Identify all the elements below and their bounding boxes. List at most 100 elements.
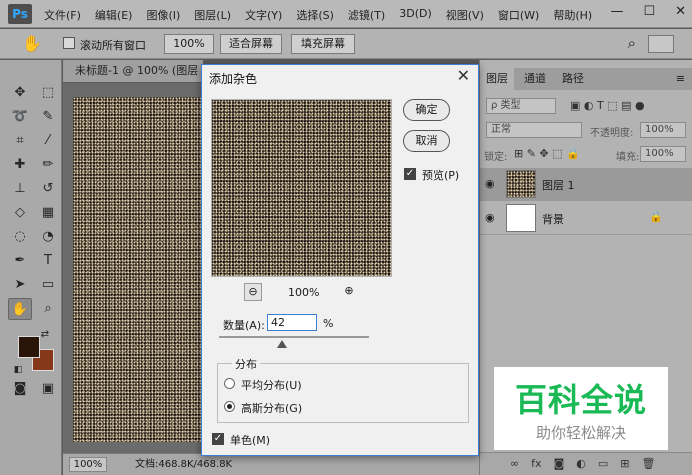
brush-tool-icon[interactable]: ✏ (36, 154, 60, 176)
new-layer-icon[interactable]: ⊞ (620, 457, 629, 470)
swap-colors-icon[interactable]: ⇄ (38, 328, 52, 342)
zoom-tool-icon[interactable]: ⌕ (36, 298, 60, 320)
opacity-field[interactable]: 100% (640, 122, 686, 138)
eraser-tool-icon[interactable]: ◇ (8, 202, 32, 224)
zoom-percent-field[interactable]: 100% (164, 34, 214, 54)
cancel-button[interactable]: 取消 (403, 130, 450, 152)
visibility-eye-icon[interactable]: ◉ (485, 211, 495, 224)
layer-filter-kind[interactable]: ρ 类型 (486, 98, 556, 114)
default-colors-icon[interactable]: ◧ (12, 364, 24, 376)
restore-button[interactable]: ☐ (643, 4, 655, 19)
quick-mask-icon[interactable]: ◙ (8, 378, 32, 400)
new-group-icon[interactable]: ▭ (598, 457, 608, 470)
tab-paths[interactable]: 路径 (556, 68, 590, 90)
filter-preview[interactable] (211, 99, 392, 277)
menu-select[interactable]: 选择(S) (296, 7, 334, 23)
quick-select-tool-icon[interactable]: ✎ (36, 106, 60, 128)
move-tool-icon[interactable]: ✥ (8, 82, 32, 104)
lock-icons[interactable]: ⊞ ✎ ✥ ⬚ 🔒 (514, 147, 580, 165)
amount-unit: % (323, 317, 334, 330)
monochromatic-label: 单色(M) (230, 434, 271, 447)
stamp-tool-icon[interactable]: ⊥ (8, 178, 32, 200)
blend-mode-select[interactable]: 正常 (486, 122, 582, 138)
workspace-switcher-icon[interactable] (648, 35, 674, 53)
dialog-title: 添加杂色 (209, 72, 258, 86)
status-bar: 100% 文档:468.8K/468.8K (63, 453, 483, 475)
menu-file[interactable]: 文件(F) (44, 7, 81, 23)
lasso-tool-icon[interactable]: ➰ (8, 106, 32, 128)
crop-tool-icon[interactable]: ⌗ (8, 130, 32, 152)
lock-label: 锁定: (484, 152, 508, 163)
close-window-button[interactable]: ✕ (675, 4, 686, 19)
layer-row-layer1[interactable]: ◉ 图层 1 (480, 168, 692, 201)
amount-input[interactable]: 42 (267, 314, 317, 331)
document-size[interactable]: 文档:468.8K/468.8K (135, 455, 232, 475)
delete-layer-icon[interactable]: 🗑 (641, 457, 655, 470)
gradient-tool-icon[interactable]: ▦ (36, 202, 60, 224)
gaussian-label: 高斯分布(G) (241, 402, 303, 415)
menu-3d[interactable]: 3D(D) (399, 7, 432, 23)
marquee-tool-icon[interactable]: ⬚ (36, 82, 60, 104)
scroll-all-windows-checkbox[interactable] (63, 37, 75, 49)
zoom-out-icon[interactable]: ⊖ (244, 283, 262, 301)
menu-layer[interactable]: 图层(L) (194, 7, 231, 23)
close-icon[interactable]: ✕ (457, 66, 470, 85)
ok-button[interactable]: 确定 (403, 99, 450, 121)
panel-menu-icon[interactable]: ≡ (676, 72, 685, 85)
zoom-in-icon[interactable]: ⊕ (340, 283, 358, 301)
tab-channels[interactable]: 通道 (518, 68, 552, 90)
menu-help[interactable]: 帮助(H) (553, 7, 592, 23)
status-zoom-field[interactable]: 100% (69, 457, 107, 472)
tab-layers[interactable]: 图层 (480, 68, 514, 90)
document-tab[interactable]: 未标题-1 @ 100% (图层 (63, 60, 203, 82)
layer-filter-icons[interactable]: ▣ ◐ T ⬚ ▤ ● (570, 99, 645, 117)
edit-toolbar-icon[interactable] (8, 310, 32, 332)
foreground-color-swatch[interactable] (18, 336, 40, 358)
menu-image[interactable]: 图像(I) (146, 7, 180, 23)
uniform-radio[interactable] (224, 378, 235, 389)
preview-zoom-value: 100% (288, 286, 320, 299)
lock-icon: 🔒 (649, 210, 663, 223)
layer-thumbnail (506, 170, 536, 198)
history-brush-tool-icon[interactable]: ↺ (36, 178, 60, 200)
link-layers-icon[interactable]: ∞ (510, 457, 519, 470)
menu-view[interactable]: 视图(V) (446, 7, 484, 23)
layer-style-icon[interactable]: fx (531, 457, 541, 470)
panel-tabs: 图层 通道 路径 ≡ (480, 68, 692, 90)
options-bar: ✋ 滚动所有窗口 100% 适合屏幕 填充屏幕 ⌕ (0, 29, 692, 59)
visibility-eye-icon[interactable]: ◉ (485, 177, 495, 190)
layer-row-background[interactable]: ◉ 背景 🔒 (480, 202, 692, 235)
pen-tool-icon[interactable]: ✒ (8, 250, 32, 272)
gaussian-radio[interactable] (224, 401, 235, 412)
preview-label: 预览(P) (422, 169, 460, 182)
amount-slider-thumb[interactable] (277, 340, 287, 348)
watermark-subtitle: 助你轻松解决 (535, 424, 626, 442)
amount-slider-track[interactable] (219, 336, 369, 338)
fit-screen-button[interactable]: 适合屏幕 (220, 34, 282, 54)
watermark: 百科全说 助你轻松解决 (494, 367, 668, 450)
preview-checkbox[interactable]: ✓ (404, 168, 416, 180)
path-select-tool-icon[interactable]: ➤ (8, 274, 32, 296)
minimize-button[interactable]: — (610, 4, 623, 19)
menu-window[interactable]: 窗口(W) (498, 7, 539, 23)
document-canvas[interactable] (73, 97, 203, 442)
menu-edit[interactable]: 编辑(E) (95, 7, 133, 23)
type-tool-icon[interactable]: T (36, 250, 60, 272)
scroll-all-windows-label: 滚动所有窗口 (80, 39, 146, 52)
layer-mask-icon[interactable]: ◙ (554, 457, 565, 470)
eyedropper-tool-icon[interactable]: ⁄ (36, 130, 60, 152)
shape-tool-icon[interactable]: ▭ (36, 274, 60, 296)
adjustment-layer-icon[interactable]: ◐ (576, 457, 586, 470)
blur-tool-icon[interactable]: ◌ (8, 226, 32, 248)
dodge-tool-icon[interactable]: ◔ (36, 226, 60, 248)
menu-type[interactable]: 文字(Y) (245, 7, 282, 23)
app-logo: Ps (8, 4, 32, 24)
healing-brush-tool-icon[interactable]: ✚ (8, 154, 32, 176)
opacity-label: 不透明度: (590, 128, 634, 139)
screen-mode-icon[interactable]: ▣ (36, 378, 60, 400)
menu-filter[interactable]: 滤镜(T) (348, 7, 385, 23)
monochromatic-checkbox[interactable]: ✓ (212, 433, 224, 445)
search-icon[interactable]: ⌕ (628, 34, 636, 52)
fill-screen-button[interactable]: 填充屏幕 (291, 34, 355, 54)
fill-field[interactable]: 100% (640, 146, 686, 162)
